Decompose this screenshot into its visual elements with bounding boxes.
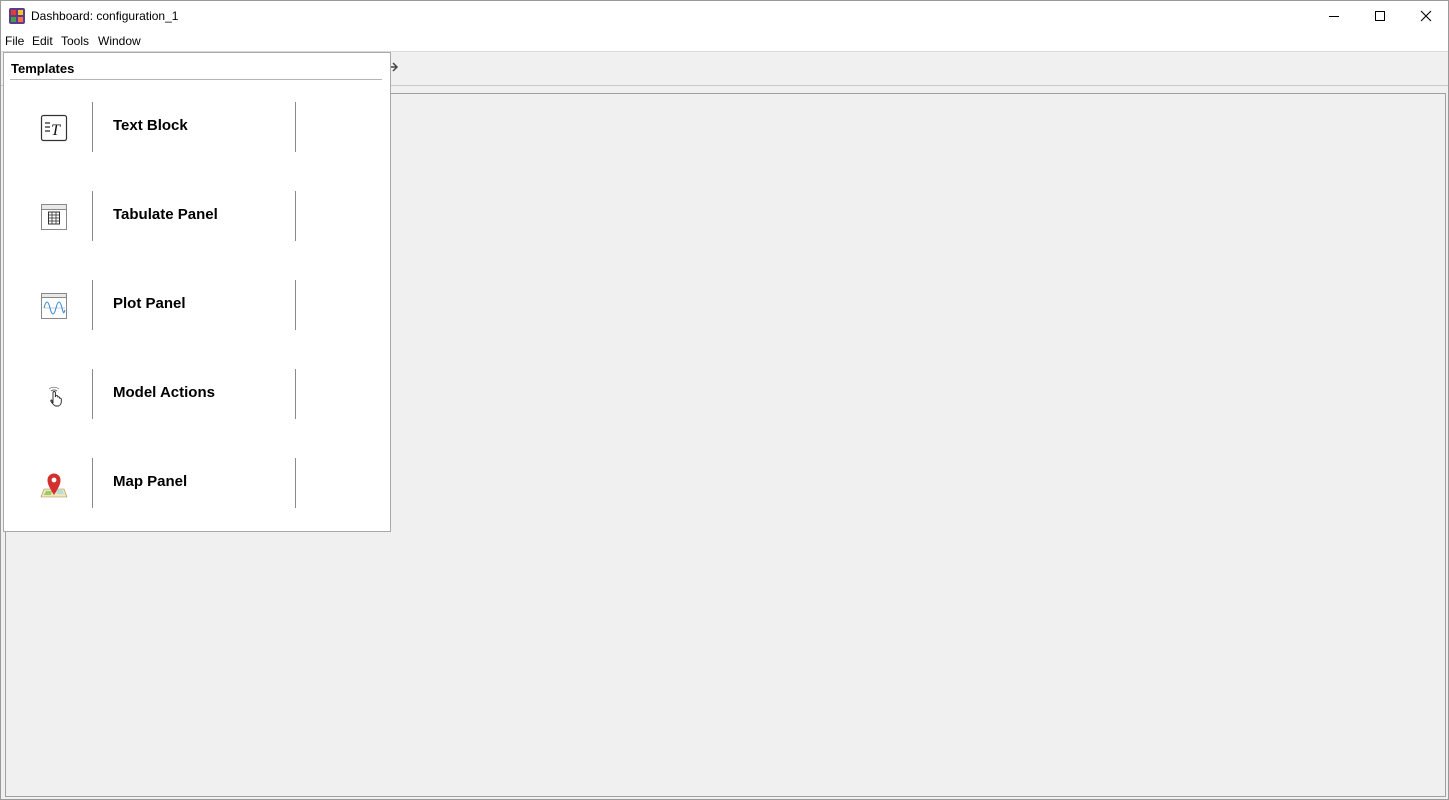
plot-icon xyxy=(41,293,67,319)
template-model-actions[interactable]: Model Actions xyxy=(4,369,390,419)
hand-pointer-icon xyxy=(48,386,62,407)
text-block-icon: T xyxy=(40,114,68,142)
templates-header: Templates xyxy=(11,61,75,76)
template-text-block[interactable]: T Text Block xyxy=(4,102,390,152)
app-icon xyxy=(9,8,25,24)
template-separator xyxy=(295,102,296,152)
maximize-icon xyxy=(1375,11,1385,21)
template-separator xyxy=(295,369,296,419)
template-separator xyxy=(92,191,93,241)
app-window: Dashboard: configuration_1 File Edit Too… xyxy=(0,0,1449,800)
template-label: Map Panel xyxy=(113,473,188,490)
template-plot-panel[interactable]: Plot Panel xyxy=(4,280,390,330)
template-separator xyxy=(295,458,296,508)
templates-divider xyxy=(10,79,382,80)
template-separator xyxy=(92,280,93,330)
menu-bar: File Edit Tools Window xyxy=(1,31,1448,51)
template-label: Plot Panel xyxy=(113,295,186,312)
menu-file[interactable]: File xyxy=(5,34,24,48)
close-button[interactable] xyxy=(1403,1,1449,31)
close-icon xyxy=(1420,10,1432,22)
window-title: Dashboard: configuration_1 xyxy=(31,9,179,23)
template-separator xyxy=(92,102,93,152)
template-separator xyxy=(92,458,93,508)
template-separator xyxy=(92,369,93,419)
template-map-panel[interactable]: Map Panel xyxy=(4,458,390,508)
map-pin-icon xyxy=(40,473,68,498)
template-label: Tabulate Panel xyxy=(113,206,218,223)
template-label: Model Actions xyxy=(113,384,215,401)
template-tabulate-panel[interactable]: Tabulate Panel xyxy=(4,191,390,241)
menu-edit[interactable]: Edit xyxy=(32,34,53,48)
template-separator xyxy=(295,191,296,241)
menu-window[interactable]: Window xyxy=(98,34,141,48)
svg-text:T: T xyxy=(51,122,61,139)
title-bar[interactable]: Dashboard: configuration_1 xyxy=(1,1,1448,31)
template-label: Text Block xyxy=(113,117,188,134)
minimize-icon xyxy=(1329,16,1339,17)
template-separator xyxy=(295,280,296,330)
templates-panel: Templates T Text Block Tabulate Panel Pl… xyxy=(3,52,391,532)
table-icon xyxy=(41,204,67,230)
minimize-button[interactable] xyxy=(1311,1,1357,31)
menu-tools[interactable]: Tools xyxy=(61,34,89,48)
maximize-button[interactable] xyxy=(1357,1,1403,31)
